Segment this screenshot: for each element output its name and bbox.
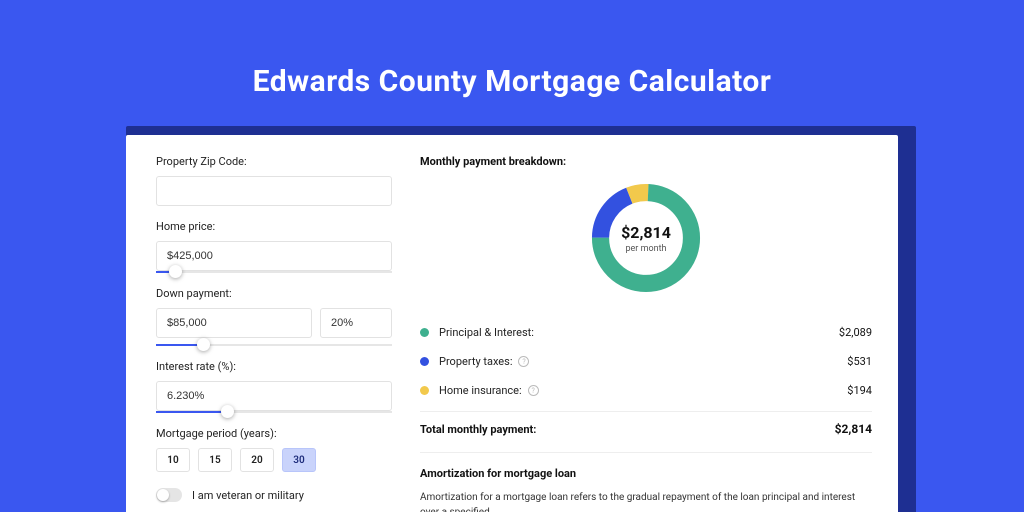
- legend-dot: [420, 386, 429, 395]
- line-item-label: Property taxes:: [439, 355, 512, 368]
- line-item: Property taxes:? $531: [420, 347, 872, 376]
- field-home-price: Home price:: [156, 220, 392, 273]
- form-column: Property Zip Code: Home price: Down paym…: [156, 155, 392, 512]
- down-payment-label: Down payment:: [156, 287, 392, 300]
- line-item-amount: $194: [847, 384, 872, 397]
- amortization-title: Amortization for mortgage loan: [420, 467, 872, 480]
- line-item: Home insurance:? $194: [420, 376, 872, 405]
- period-option-20[interactable]: 20: [240, 448, 274, 472]
- page-title: Edwards County Mortgage Calculator: [0, 0, 1024, 99]
- field-zip: Property Zip Code:: [156, 155, 392, 206]
- zip-label: Property Zip Code:: [156, 155, 392, 168]
- interest-label: Interest rate (%):: [156, 360, 392, 373]
- down-payment-slider[interactable]: [156, 344, 392, 346]
- interest-slider[interactable]: [156, 411, 392, 413]
- home-price-input[interactable]: [156, 241, 392, 271]
- breakdown-title: Monthly payment breakdown:: [420, 155, 872, 168]
- field-interest: Interest rate (%):: [156, 360, 392, 413]
- calculator-panel: Property Zip Code: Home price: Down paym…: [126, 135, 898, 512]
- legend-dot: [420, 357, 429, 366]
- line-item-amount: $2,089: [839, 326, 872, 339]
- total-label: Total monthly payment:: [420, 423, 536, 436]
- home-price-slider[interactable]: [156, 271, 392, 273]
- period-options: 10 15 20 30: [156, 448, 392, 472]
- help-icon[interactable]: ?: [518, 356, 529, 367]
- period-label: Mortgage period (years):: [156, 427, 392, 440]
- interest-input[interactable]: [156, 381, 392, 411]
- down-payment-pct-input[interactable]: [320, 308, 392, 338]
- field-period: Mortgage period (years): 10 15 20 30: [156, 427, 392, 472]
- period-option-10[interactable]: 10: [156, 448, 190, 472]
- zip-input[interactable]: [156, 176, 392, 206]
- field-down-payment: Down payment:: [156, 287, 392, 346]
- period-option-15[interactable]: 15: [198, 448, 232, 472]
- total-amount: $2,814: [835, 422, 872, 436]
- legend-dot: [420, 328, 429, 337]
- donut-sub: per month: [625, 244, 666, 254]
- line-items: Principal & Interest: $2,089 Property taxe…: [420, 312, 872, 405]
- toggle-knob: [157, 489, 169, 501]
- amortization-text: Amortization for a mortgage loan refers …: [420, 490, 872, 512]
- veteran-toggle[interactable]: [156, 488, 182, 502]
- amortization-section: Amortization for mortgage loan Amortizat…: [420, 452, 872, 512]
- down-payment-input[interactable]: [156, 308, 312, 338]
- donut-chart: $2,814 per month: [420, 178, 872, 298]
- line-item-label: Home insurance:: [439, 384, 522, 397]
- period-option-30[interactable]: 30: [282, 448, 316, 472]
- donut-total: $2,814: [621, 223, 671, 242]
- line-item-label: Principal & Interest:: [439, 326, 534, 339]
- line-item-amount: $531: [847, 355, 872, 368]
- home-price-label: Home price:: [156, 220, 392, 233]
- line-item: Principal & Interest: $2,089: [420, 318, 872, 347]
- help-icon[interactable]: ?: [528, 385, 539, 396]
- slider-thumb[interactable]: [221, 405, 234, 418]
- slider-thumb[interactable]: [169, 265, 182, 278]
- slider-thumb[interactable]: [197, 338, 210, 351]
- total-row: Total monthly payment: $2,814: [420, 411, 872, 448]
- breakdown-column: Monthly payment breakdown: $2,814 per mo…: [420, 155, 872, 512]
- veteran-label: I am veteran or military: [192, 489, 304, 502]
- veteran-row: I am veteran or military: [156, 488, 392, 502]
